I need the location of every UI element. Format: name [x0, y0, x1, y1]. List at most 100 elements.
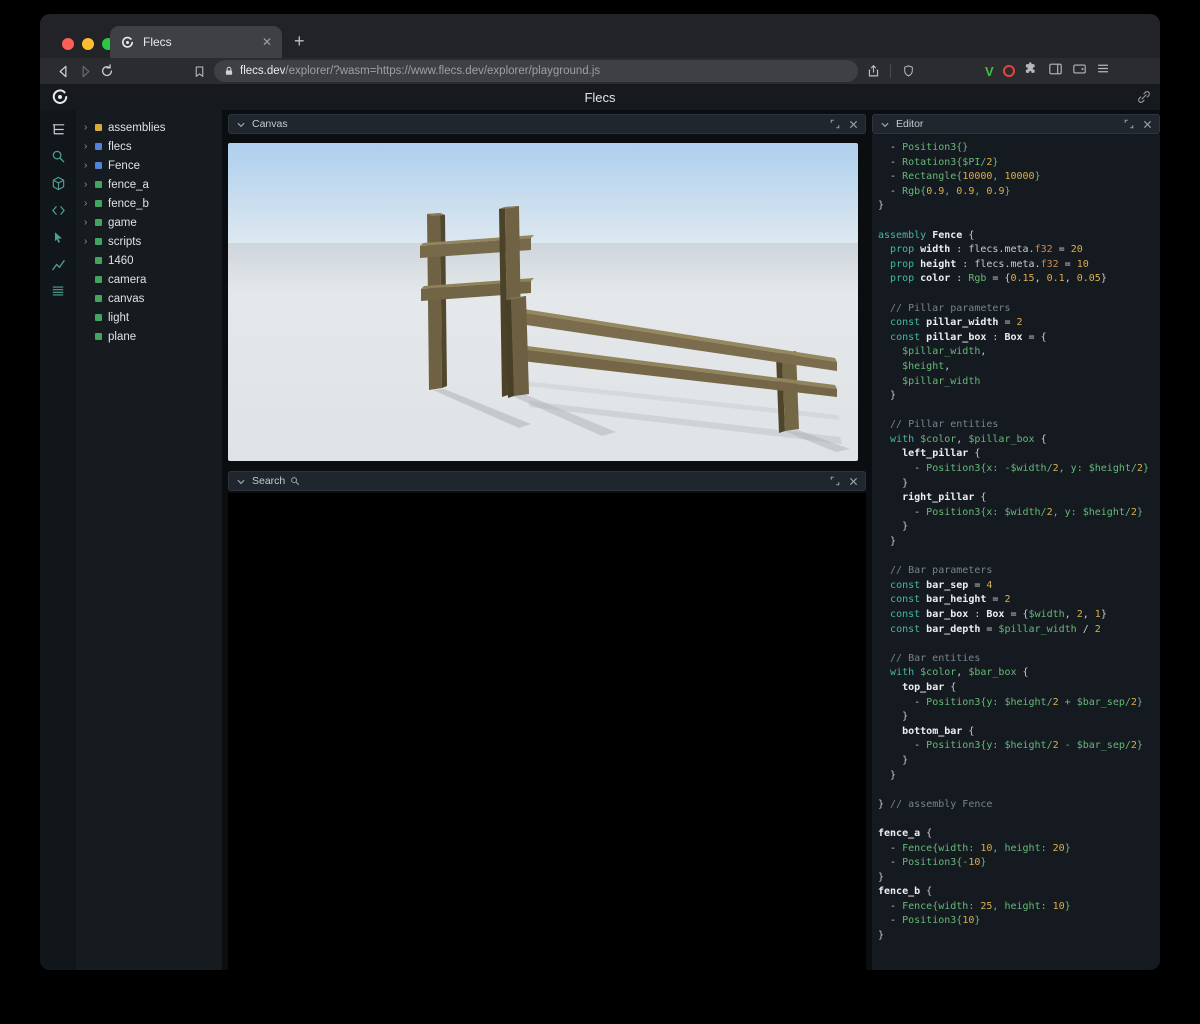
search-tool-icon[interactable] [49, 147, 67, 165]
code-line: with $color, $bar_box { [890, 667, 1029, 679]
entity-kind-square [95, 295, 102, 302]
tree-item-canvas[interactable]: canvas [76, 289, 222, 308]
search-panel-title: Search [252, 475, 286, 487]
code-line: } [878, 871, 885, 883]
chevron-down-icon[interactable] [236, 477, 246, 486]
close-panel-icon[interactable] [849, 477, 858, 486]
tab-close-icon[interactable]: ✕ [262, 35, 272, 49]
code-line: $pillar_width, [902, 346, 987, 358]
tree-item-Fence[interactable]: › Fence [76, 156, 222, 175]
page-header: Flecs [40, 84, 1160, 110]
entity-label: flecs [108, 140, 132, 153]
entity-label: scripts [108, 235, 142, 248]
url-host: flecs.dev [240, 65, 286, 77]
code-line: $pillar_width [902, 375, 981, 387]
code-tool-icon[interactable] [49, 201, 67, 219]
close-panel-icon[interactable] [849, 120, 858, 129]
tree-item-1460[interactable]: 1460 [76, 251, 222, 270]
tab-bar: Flecs ✕ + [40, 14, 1160, 58]
code-line: const bar_sep = 4 [890, 579, 993, 591]
chevron-down-icon[interactable] [236, 120, 246, 129]
code-line: const bar_height = 2 [890, 594, 1011, 606]
share-icon[interactable] [862, 60, 884, 82]
tree-item-fence_b[interactable]: › fence_b [76, 194, 222, 213]
expand-panel-icon[interactable] [1124, 119, 1134, 129]
tree-item-light[interactable]: light [76, 308, 222, 327]
tree-item-game[interactable]: › game [76, 213, 222, 232]
menu-icon[interactable] [1096, 62, 1110, 80]
extension-v-icon[interactable]: V [985, 64, 994, 79]
search-results-area[interactable] [228, 493, 866, 970]
code-line: - Position3{10} [878, 915, 981, 927]
code-line: - Fence{width: 25, height: 10} [878, 900, 1071, 912]
entity-kind-square [95, 333, 102, 340]
reload-button[interactable] [96, 60, 118, 82]
code-area[interactable]: - Position3{} - Rotation3{$PI/2} - Recta… [872, 134, 1160, 970]
extensions-puzzle-icon[interactable] [1024, 61, 1039, 81]
link-icon[interactable] [1136, 89, 1152, 110]
browser-window: Flecs ✕ + flecs.dev/explorer/?wasm=https… [40, 14, 1160, 970]
code-line: } [878, 200, 885, 212]
code-line: - Position3{-10} [878, 857, 987, 869]
sidebar-panel-icon[interactable] [1048, 62, 1063, 81]
code-line: // Bar entities [878, 652, 981, 664]
entity-kind-square [95, 314, 102, 321]
inspect-cursor-icon[interactable] [49, 228, 67, 246]
code-line: - Rgb{0.9, 0.9, 0.9} [878, 185, 1011, 197]
canvas-3d-viewport[interactable] [228, 143, 858, 461]
chevron-down-icon[interactable] [880, 120, 890, 129]
expander-chevron-icon: › [84, 121, 88, 133]
code-line: } [878, 930, 885, 942]
code-line: } [878, 536, 897, 548]
editor-panel-header: Editor [872, 114, 1160, 134]
url-bar[interactable]: flecs.dev/explorer/?wasm=https://www.fle… [214, 60, 858, 82]
search-icon [290, 476, 300, 486]
bookmark-icon[interactable] [188, 60, 210, 82]
tree-item-flecs[interactable]: › flecs [76, 137, 222, 156]
entities-cube-icon[interactable] [49, 174, 67, 192]
tree-item-camera[interactable]: camera [76, 270, 222, 289]
tree-item-assemblies[interactable]: › assemblies [76, 118, 222, 137]
close-panel-icon[interactable] [1143, 120, 1152, 129]
code-line: prop width : flecs.meta.f32 = 20 [890, 244, 1083, 256]
back-button[interactable] [52, 60, 74, 82]
code-line: } [878, 711, 909, 723]
code-line: const bar_depth = $pillar_width / 2 [890, 623, 1101, 635]
code-line: - Position3{y: $height/2 + $bar_sep/2} [878, 696, 1143, 708]
code-line: // Bar parameters [878, 565, 993, 577]
lock-icon [225, 66, 233, 75]
code-line: - Rotation3{$PI/2} [878, 156, 999, 168]
minimize-window-button[interactable] [82, 38, 94, 50]
stats-chart-icon[interactable] [49, 255, 67, 273]
new-tab-button[interactable]: + [294, 30, 305, 52]
center-column: Canvas Search [228, 110, 866, 970]
code-line: top_bar { [902, 681, 957, 693]
entity-kind-square [95, 143, 102, 150]
tree-item-scripts[interactable]: › scripts [76, 232, 222, 251]
log-rows-icon[interactable] [49, 282, 67, 300]
brave-shield-icon[interactable] [897, 60, 919, 82]
code-line: - Position3{x: $width/2, y: $height/2} [878, 506, 1143, 518]
browser-tab[interactable]: Flecs ✕ [110, 26, 282, 58]
expander-chevron-icon: › [84, 140, 88, 152]
close-window-button[interactable] [62, 38, 74, 50]
entity-tree-icon[interactable] [49, 120, 67, 138]
tree-item-fence_a[interactable]: › fence_a [76, 175, 222, 194]
entity-label: camera [108, 273, 147, 286]
entity-kind-square [95, 200, 102, 207]
forward-button[interactable] [74, 60, 96, 82]
editor-panel-title: Editor [896, 118, 924, 130]
code-line: - Position3{x: -$width/2, y: $height/2} [878, 463, 1149, 475]
expand-panel-icon[interactable] [830, 119, 840, 129]
extension-record-icon[interactable] [1002, 65, 1015, 77]
code-line: assembly Fence { [878, 229, 975, 241]
wallet-icon[interactable] [1072, 62, 1087, 81]
tree-item-plane[interactable]: plane [76, 327, 222, 346]
code-line: const bar_box : Box = {$width, 2, 1} [890, 609, 1107, 620]
expand-panel-icon[interactable] [830, 476, 840, 486]
expander-chevron-icon: › [84, 216, 88, 228]
code-line: - Fence{width: 10, height: 20} [878, 842, 1071, 854]
code-line: left_pillar { [902, 448, 981, 460]
code-line: // Pillar entities [878, 419, 999, 431]
